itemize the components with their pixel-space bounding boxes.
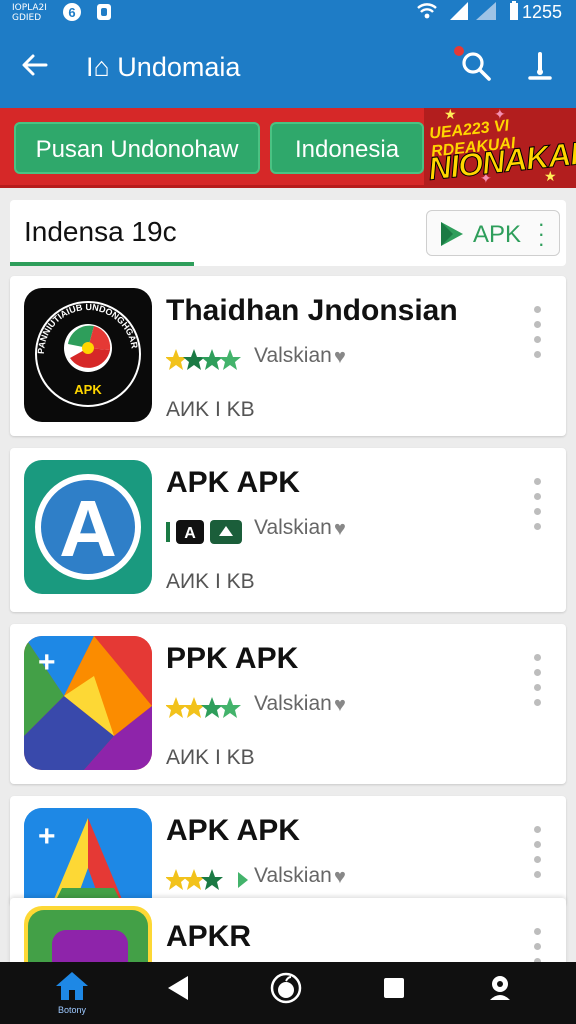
heart-icon[interactable]: ♥ — [334, 346, 346, 369]
app-size: AИK I KB — [166, 570, 255, 593]
star-icon: ★ — [444, 108, 457, 122]
apk-button[interactable]: APK · · · — [426, 210, 560, 256]
square-icon — [384, 978, 404, 998]
play-store-icon — [441, 222, 463, 246]
heart-icon[interactable]: ♥ — [334, 694, 346, 717]
more-vert-icon[interactable] — [534, 478, 542, 538]
notification-icon: 6 — [63, 3, 81, 21]
app-icon — [24, 906, 152, 968]
wifi-icon — [417, 3, 437, 19]
notification-icon-2 — [97, 4, 111, 20]
page-title: I⌂ Undomaia — [86, 52, 241, 82]
filter-chip-2[interactable]: Indonesia — [270, 122, 424, 174]
app-version: Valskian — [254, 344, 332, 367]
tab-indicator — [10, 262, 194, 266]
rating-stars — [166, 349, 241, 370]
notification-dot — [454, 46, 464, 56]
filter-chip-1[interactable]: Pusan Undonohaw — [14, 122, 260, 174]
app-icon: A — [24, 460, 152, 594]
svg-text:6: 6 — [68, 5, 75, 20]
app-name: PPK APK — [166, 642, 299, 675]
app-bar: I⌂ Undomaia — [0, 34, 576, 108]
clock: 1255 — [521, 2, 562, 22]
app-icon: + — [24, 636, 152, 770]
system-nav-bar: Botony — [0, 962, 576, 1024]
back-arrow-icon[interactable] — [20, 50, 50, 80]
app-card[interactable]: + APK APK Valskian ♥ — [10, 796, 566, 906]
nav-apple[interactable] — [266, 970, 306, 1010]
filter-bar: Pusan Undonohaw Indonesia ★ ✦ ★ ✦ UEA223… — [0, 108, 576, 188]
plus-icon: + — [38, 646, 56, 679]
home-icon — [56, 972, 88, 1000]
promo-banner[interactable]: ★ ✦ ★ ✦ UEA223 VI RDEAKUAI NIONAKAIS — [424, 108, 576, 188]
more-vert-icon[interactable] — [534, 826, 542, 886]
app-card[interactable]: APKR — [10, 898, 566, 968]
more-vert-icon[interactable] — [534, 306, 542, 366]
apple-circle-icon — [270, 972, 302, 1004]
app-icon: PANNIUTIAIUB UNDONGHGAR BHALIEE APK — [24, 288, 152, 422]
icon-badge-text: APK — [74, 382, 102, 397]
carrier-label: IOPLA2I GDIED — [12, 3, 47, 23]
signal-icon — [450, 2, 496, 20]
status-bar: IOPLA2I GDIED 6 1255 — [0, 0, 576, 34]
icon-letter: A — [59, 484, 117, 573]
app-name: APKR — [166, 920, 252, 953]
app-card[interactable]: PANNIUTIAIUB UNDONGHGAR BHALIEE APK Thai… — [10, 276, 566, 436]
rating-stars — [166, 869, 248, 890]
section-header: Indensa 19c APK · · · — [10, 200, 566, 266]
nav-home[interactable]: Botony — [52, 970, 92, 1015]
app-version: Valskian — [254, 516, 332, 539]
rating-badges: A — [166, 520, 242, 544]
plus-icon: + — [38, 820, 56, 853]
svg-text:A: A — [184, 525, 196, 542]
app-card[interactable]: + PPK APK Valskian ♥ AИK I KB — [10, 624, 566, 784]
rating-stars — [166, 697, 241, 718]
search-button[interactable] — [454, 46, 494, 84]
nav-back[interactable] — [158, 970, 198, 1010]
app-size: AИK I KB — [166, 746, 255, 769]
back-triangle-icon — [168, 976, 188, 1000]
profile-icon[interactable] — [522, 48, 558, 84]
app-card[interactable]: A APK APK A Valskian ♥ AИK I KB — [10, 448, 566, 612]
app-name: APK APK — [166, 466, 300, 499]
nav-home-label: Botony — [57, 1005, 87, 1015]
nav-profile[interactable] — [480, 970, 520, 1010]
heart-icon[interactable]: ♥ — [334, 866, 346, 889]
app-version: Valskian — [254, 692, 332, 715]
section-title: Indensa 19c — [24, 216, 177, 247]
person-icon — [490, 976, 510, 1000]
app-name: Thaidhan Jndonsian — [166, 294, 458, 327]
more-vert-icon: · · · — [537, 211, 545, 256]
more-vert-icon[interactable] — [534, 654, 542, 714]
apk-button-label: APK — [473, 221, 522, 248]
battery-icon — [510, 1, 518, 20]
app-name: APK APK — [166, 814, 300, 847]
app-icon: + — [24, 808, 152, 906]
heart-icon[interactable]: ♥ — [334, 518, 346, 541]
app-size: AИK I KB — [166, 398, 255, 421]
nav-recents[interactable] — [374, 970, 414, 1010]
app-version: Valskian — [254, 864, 332, 887]
